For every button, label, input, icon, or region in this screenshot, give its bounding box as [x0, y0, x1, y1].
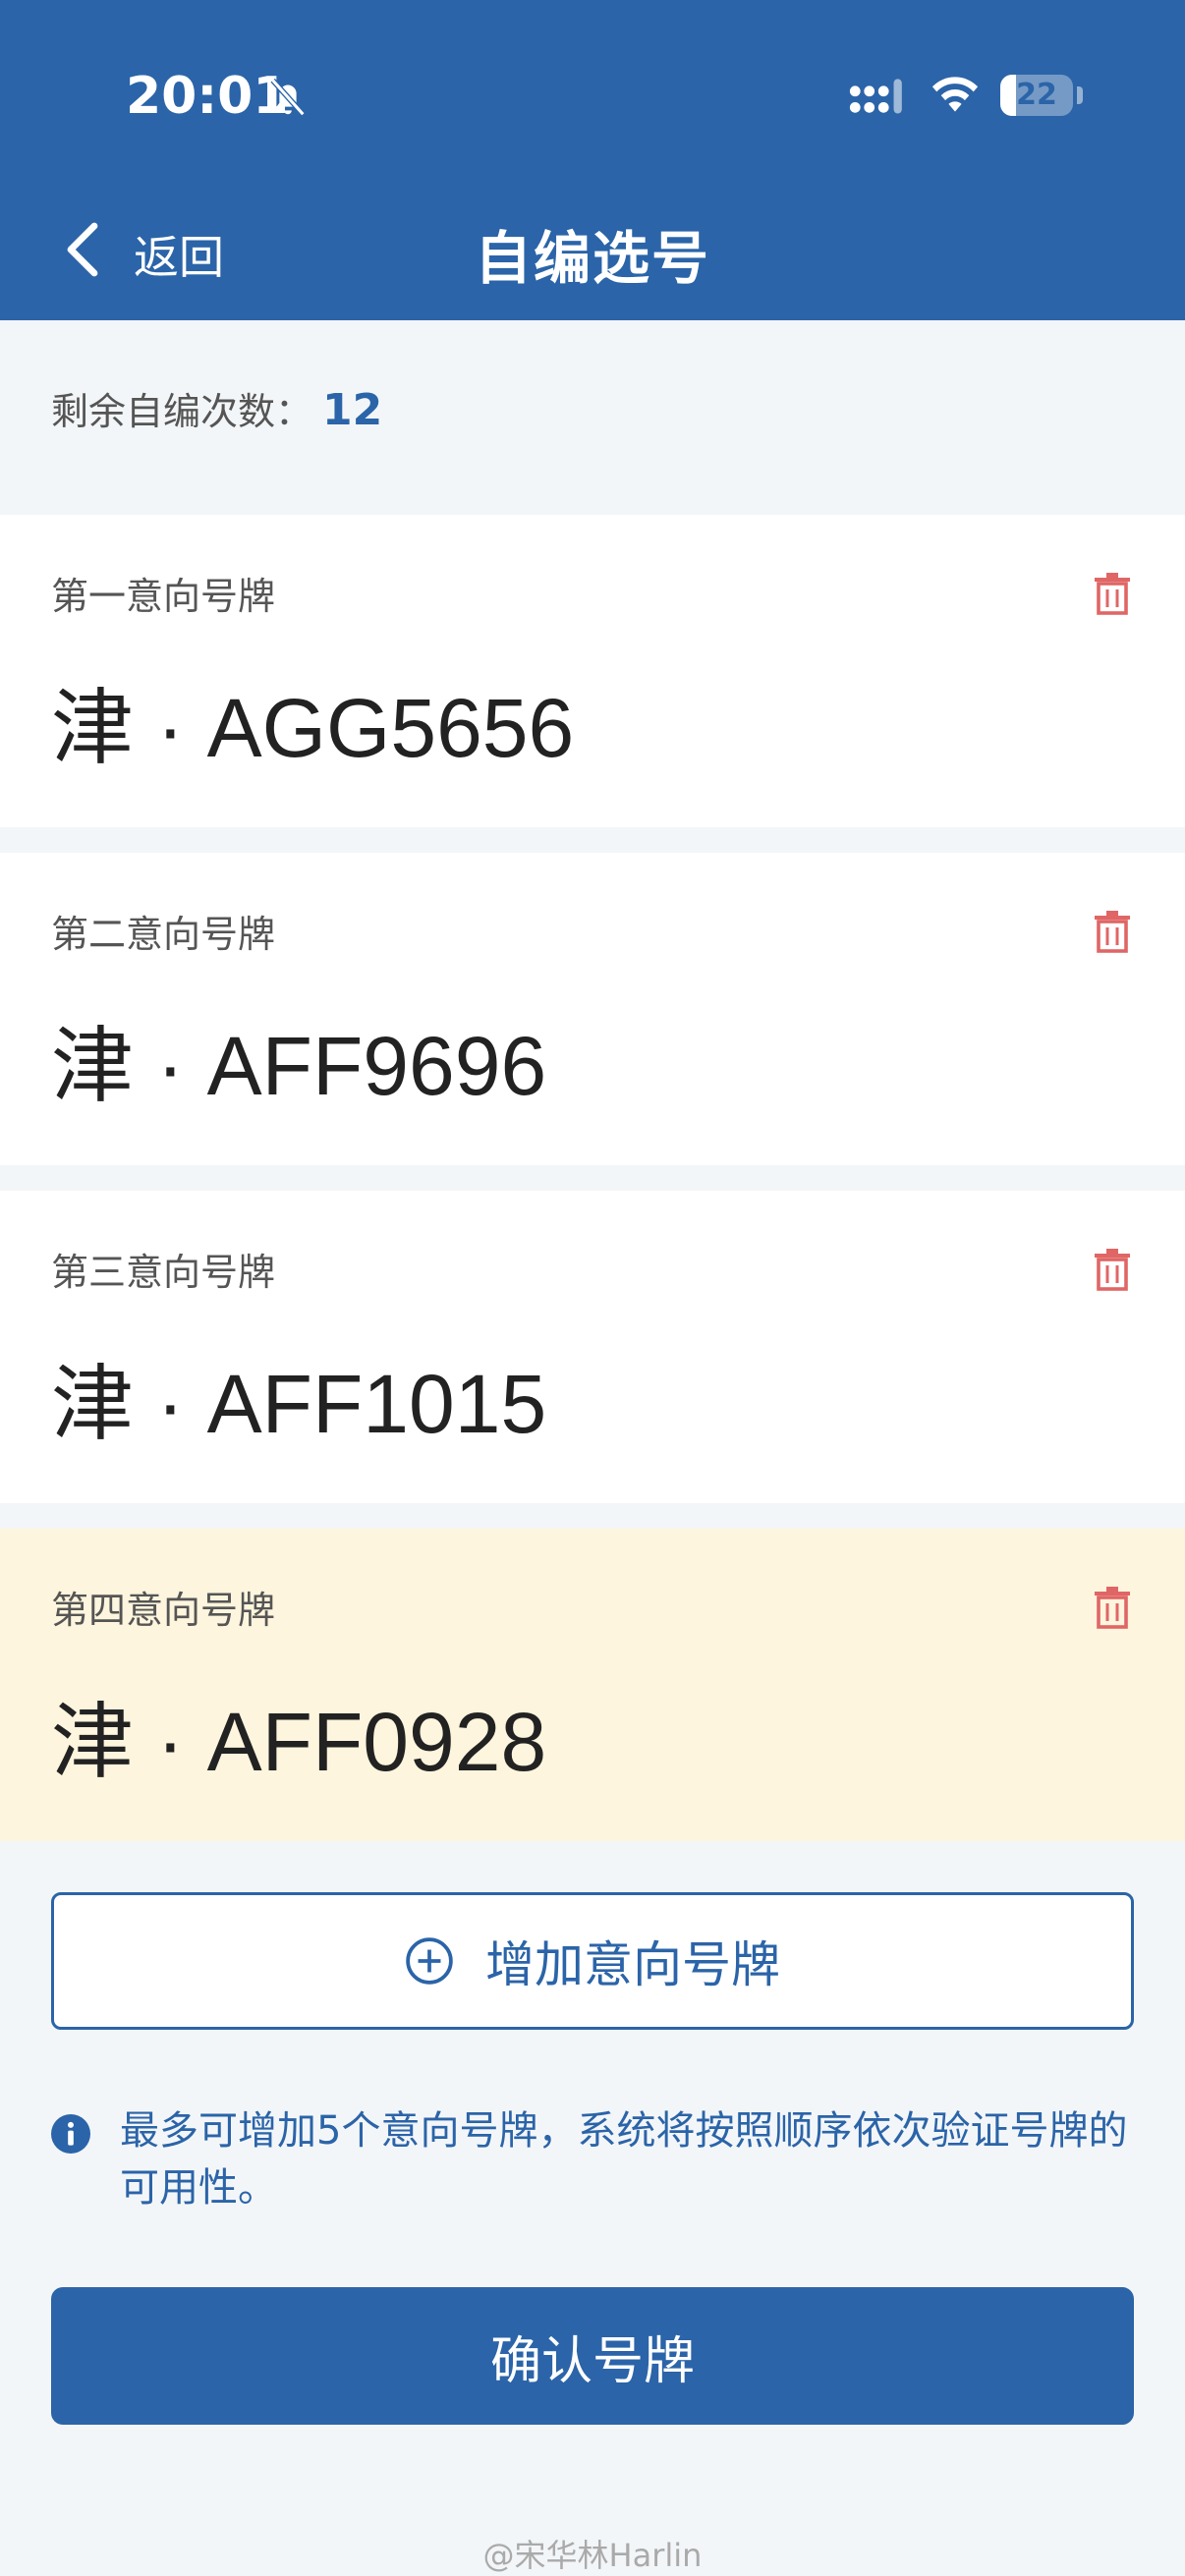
battery-level-text: 22: [1016, 78, 1057, 112]
info-icon: [51, 2114, 90, 2154]
plate-number: 津 · AGG5656: [51, 682, 575, 774]
app-header: 20:01 22 返回 自编选号: [0, 0, 1185, 320]
add-plate-button[interactable]: 增加意向号牌: [51, 1892, 1134, 2030]
trash-icon[interactable]: [1093, 572, 1132, 615]
remaining-count-row: 剩余自编次数： 12: [51, 381, 382, 435]
watermark: @宋华林Harlin: [482, 2537, 703, 2574]
wifi-icon: [931, 77, 979, 112]
plate-card-label: 第四意向号牌: [51, 1589, 276, 1632]
plate-number: 津 · AFF1015: [51, 1358, 547, 1450]
trash-icon[interactable]: [1093, 910, 1132, 953]
remaining-label: 剩余自编次数：: [51, 390, 313, 433]
plate-card-2[interactable]: 第二意向号牌 津 · AFF9696: [0, 853, 1185, 1165]
bell-muted-icon: [270, 78, 306, 117]
trash-icon[interactable]: [1093, 1248, 1132, 1291]
plate-card-label: 第一意向号牌: [51, 575, 276, 618]
plate-card-label: 第三意向号牌: [51, 1251, 276, 1294]
trash-icon[interactable]: [1093, 1586, 1132, 1629]
signal-icon: [849, 79, 902, 114]
plate-number: 津 · AFF0928: [51, 1696, 547, 1788]
add-plate-label: 增加意向号牌: [485, 1936, 780, 1993]
plate-card-4[interactable]: 第四意向号牌 津 · AFF0928: [0, 1529, 1185, 1841]
page-title: 自编选号: [474, 225, 710, 292]
plate-card-1[interactable]: 第一意向号牌 津 · AGG5656: [0, 515, 1185, 827]
plus-circle-icon: [406, 1937, 453, 1985]
status-time: 20:01: [126, 67, 289, 126]
info-text: 最多可增加5个意向号牌，系统将按照顺序依次验证号牌的可用性。: [120, 2108, 1128, 2211]
battery-indicator: 22: [1000, 75, 1073, 116]
confirm-plate-button[interactable]: 确认号牌: [51, 2287, 1134, 2425]
battery-tip: [1077, 86, 1083, 104]
remaining-count: 12: [322, 385, 383, 435]
plate-card-3[interactable]: 第三意向号牌 津 · AFF1015: [0, 1191, 1185, 1503]
plate-card-label: 第二意向号牌: [51, 913, 276, 956]
plate-number: 津 · AFF9696: [51, 1020, 547, 1112]
